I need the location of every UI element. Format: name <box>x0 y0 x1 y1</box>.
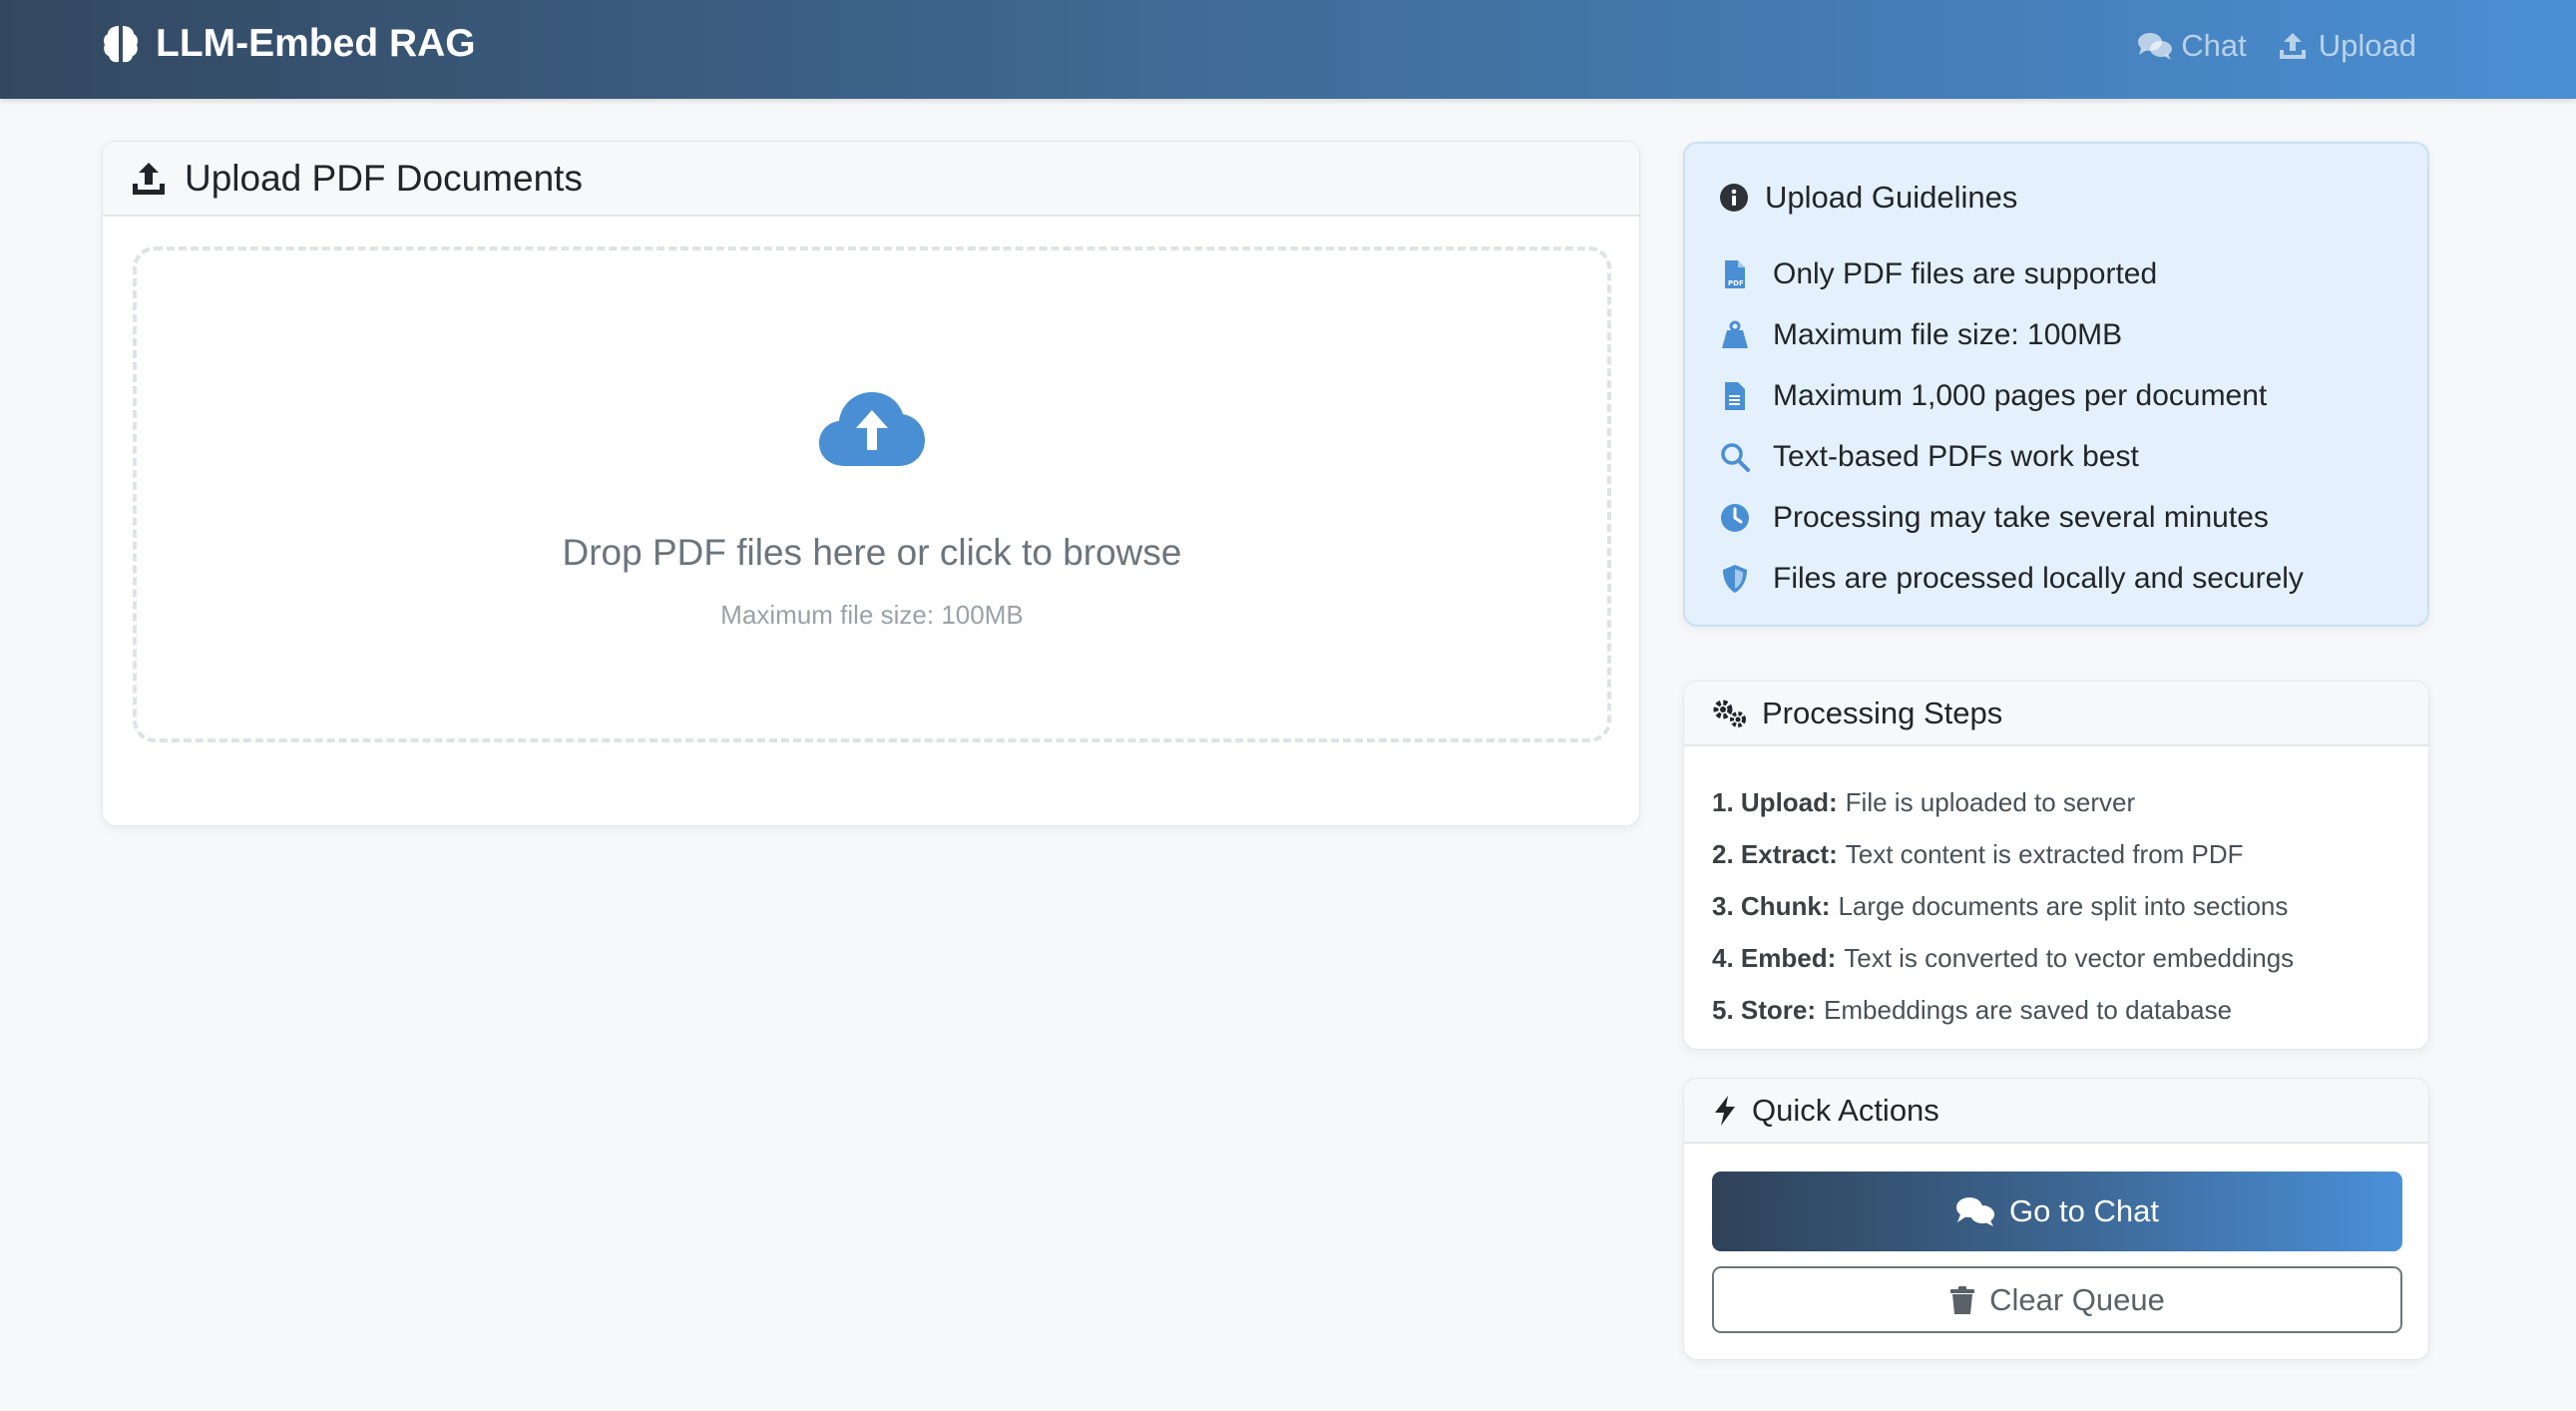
shield-icon <box>1723 564 1747 593</box>
step-item: 4. Embed: Text is converted to vector em… <box>1712 932 2294 984</box>
step-item: 1. Upload: File is uploaded to server <box>1712 776 2294 828</box>
clear-queue-button[interactable]: Clear Queue <box>1712 1266 2402 1333</box>
quick-actions-card: Quick Actions Go to Chat Clear Queue <box>1683 1078 2429 1360</box>
processing-steps-card: Processing Steps 1. Upload: File is uplo… <box>1683 681 2429 1050</box>
guideline-text: Maximum 1,000 pages per document <box>1773 378 2268 412</box>
actions-card-title: Quick Actions <box>1752 1092 1939 1128</box>
step-label: 2. Extract: <box>1712 838 1838 869</box>
guideline-item: Text-based PDFs work best <box>1719 426 2304 487</box>
upload-icon <box>2279 33 2306 59</box>
step-label: 3. Chunk: <box>1712 890 1831 921</box>
guideline-text: Processing may take several minutes <box>1773 500 2269 534</box>
upload-card-title: Upload PDF Documents <box>185 157 583 199</box>
search-icon <box>1721 442 1750 472</box>
step-text: File is uploaded to server <box>1845 786 2136 817</box>
steps-list: 1. Upload: File is uploaded to server 2.… <box>1712 776 2294 1036</box>
step-label: 1. Upload: <box>1712 786 1838 817</box>
clock-icon <box>1721 503 1749 532</box>
clear-queue-label: Clear Queue <box>1989 1281 2165 1317</box>
go-to-chat-button[interactable]: Go to Chat <box>1712 1172 2402 1251</box>
upload-card: Upload PDF Documents Drop PDF files here… <box>102 141 1640 826</box>
dropzone-title: Drop PDF files here or click to browse <box>562 532 1182 573</box>
file-alt-icon <box>1725 381 1745 410</box>
nav-chat-label: Chat <box>2181 28 2247 63</box>
step-text: Large documents are split into sections <box>1838 890 2289 921</box>
guideline-item: Maximum file size: 100MB <box>1719 304 2304 365</box>
step-text: Text content is extracted from PDF <box>1845 838 2244 869</box>
step-label: 5. Store: <box>1712 994 1817 1025</box>
bolt-icon <box>1715 1095 1735 1126</box>
weight-icon <box>1722 320 1748 348</box>
guidelines-title: Upload Guidelines <box>1765 180 2018 215</box>
guideline-text: Text-based PDFs work best <box>1773 439 2139 473</box>
nav-chat-link[interactable]: Chat <box>2137 28 2247 64</box>
guideline-item: Maximum 1,000 pages per document <box>1719 365 2304 426</box>
upload-guidelines-card: Upload Guidelines PDF Only PDF files are… <box>1683 142 2429 627</box>
step-item: 3. Chunk: Large documents are split into… <box>1712 880 2294 932</box>
cogs-icon <box>1713 700 1746 727</box>
brand-title: LLM-Embed RAG <box>156 22 476 65</box>
actions-card-header: Quick Actions <box>1684 1079 2428 1144</box>
step-text: Embeddings are saved to database <box>1824 994 2233 1025</box>
guideline-text: Only PDF files are supported <box>1773 256 2158 290</box>
brand[interactable]: LLM-Embed RAG <box>102 22 476 66</box>
nav-upload-link[interactable]: Upload <box>2275 28 2416 64</box>
go-to-chat-label: Go to Chat <box>2009 1193 2159 1228</box>
pdf-dropzone[interactable]: Drop PDF files here or click to browse M… <box>133 246 1611 742</box>
top-navbar: LLM-Embed RAG Chat Upload <box>0 0 2576 99</box>
guidelines-title-row: Upload Guidelines <box>1719 180 2017 216</box>
guideline-text: Maximum file size: 100MB <box>1773 317 2123 351</box>
guideline-item: Processing may take several minutes <box>1719 487 2304 548</box>
file-pdf-icon: PDF <box>1725 259 1745 288</box>
guidelines-list: PDF Only PDF files are supported Maximum… <box>1719 243 2304 609</box>
step-item: 5. Store: Embeddings are saved to databa… <box>1712 984 2294 1036</box>
info-circle-icon <box>1720 184 1748 212</box>
brain-icon <box>104 26 138 63</box>
dropzone-subtitle: Maximum file size: 100MB <box>720 600 1024 630</box>
comments-icon <box>2138 33 2173 60</box>
step-label: 4. Embed: <box>1712 942 1837 973</box>
steps-card-title: Processing Steps <box>1762 695 2003 730</box>
guideline-text: Files are processed locally and securely <box>1773 561 2304 595</box>
upload-card-header: Upload PDF Documents <box>103 142 1639 217</box>
upload-icon <box>133 162 165 195</box>
steps-card-header: Processing Steps <box>1684 682 2428 746</box>
cloud-upload-icon <box>819 392 925 466</box>
trash-icon <box>1950 1285 1975 1314</box>
comments-icon <box>1956 1197 1995 1226</box>
guideline-item: PDF Only PDF files are supported <box>1719 243 2304 304</box>
guideline-item: Files are processed locally and securely <box>1719 548 2304 609</box>
nav-upload-label: Upload <box>2318 28 2416 63</box>
step-item: 2. Extract: Text content is extracted fr… <box>1712 828 2294 880</box>
step-text: Text is converted to vector embeddings <box>1844 942 2295 973</box>
svg-text:PDF: PDF <box>1728 279 1744 287</box>
